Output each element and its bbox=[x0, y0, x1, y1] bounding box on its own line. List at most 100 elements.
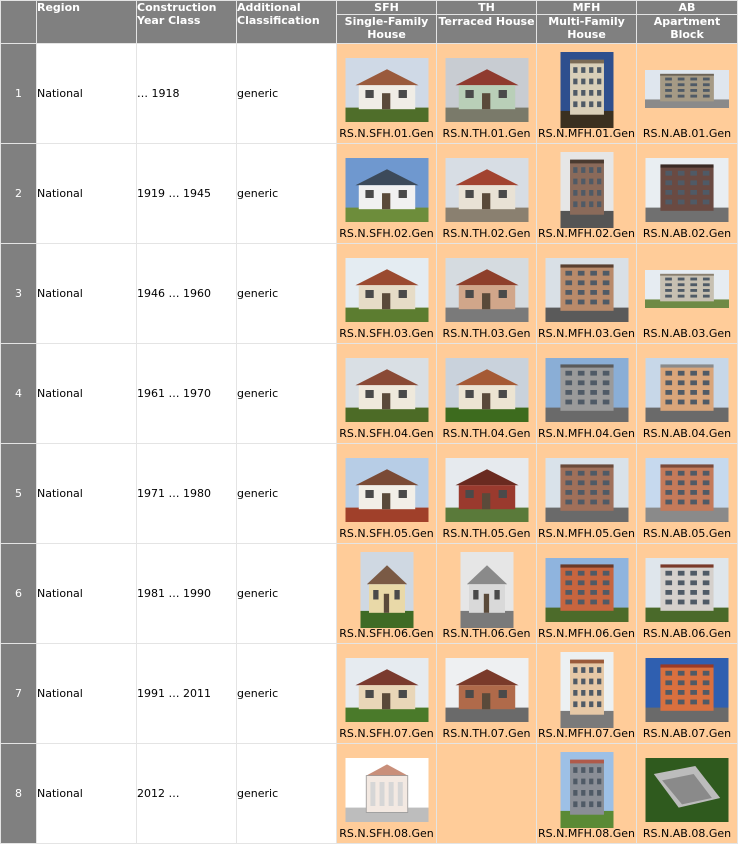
image-cell-content: RS.N.SFH.08.Gen bbox=[337, 744, 436, 843]
typology-image-cell-ab: RS.N.AB.02.Gen bbox=[636, 143, 738, 244]
house-photo-icon[interactable] bbox=[445, 658, 528, 722]
additional-classification-cell: generic bbox=[236, 743, 337, 844]
typology-image-cell-th bbox=[436, 743, 537, 844]
house-photo-icon[interactable] bbox=[445, 458, 528, 522]
typology-code-caption: RS.N.TH.01.Gen bbox=[442, 127, 531, 140]
region-cell: National bbox=[36, 443, 137, 544]
building-photo-icon[interactable] bbox=[545, 558, 628, 622]
house-photo-icon[interactable] bbox=[345, 58, 428, 122]
table-row: 3 National 1946 … 1960 generic RS.N.SFH.03.G… bbox=[0, 243, 738, 344]
region-cell: National bbox=[36, 343, 137, 444]
building-photo-icon[interactable] bbox=[645, 70, 729, 108]
building-photo-icon[interactable] bbox=[645, 658, 729, 722]
header-type-code-th: TH bbox=[436, 0, 537, 15]
region-cell: National bbox=[36, 43, 137, 144]
house-photo-icon[interactable] bbox=[345, 258, 428, 322]
construction-year-class-cell: … 1918 bbox=[136, 43, 237, 144]
house-photo-icon[interactable] bbox=[360, 552, 413, 628]
typology-image-cell-sfh: RS.N.SFH.08.Gen bbox=[336, 743, 437, 844]
building-typology-table: Region Construction Year Class Additiona… bbox=[0, 0, 738, 844]
image-cell-content: RS.N.TH.04.Gen bbox=[437, 344, 536, 443]
header-type-name-mfh: Multi-Family House bbox=[536, 14, 637, 44]
typology-image-cell-ab: RS.N.AB.04.Gen bbox=[636, 343, 738, 444]
typology-image-cell-mfh: RS.N.MFH.07.Gen bbox=[536, 643, 637, 744]
building-photo-icon[interactable] bbox=[545, 258, 628, 322]
typology-image-cell-mfh: RS.N.MFH.02.Gen bbox=[536, 143, 637, 244]
building-photo-icon[interactable] bbox=[545, 358, 628, 422]
typology-image-cell-th: RS.N.TH.06.Gen bbox=[436, 543, 537, 644]
construction-year-class-cell: 1919 … 1945 bbox=[136, 143, 237, 244]
image-cell-content: RS.N.TH.07.Gen bbox=[437, 644, 536, 743]
typology-image-cell-th: RS.N.TH.04.Gen bbox=[436, 343, 537, 444]
house-photo-icon[interactable] bbox=[460, 552, 513, 628]
image-cell-content: RS.N.TH.06.Gen bbox=[437, 544, 536, 643]
image-cell-content: RS.N.SFH.03.Gen bbox=[337, 244, 436, 343]
building-photo-icon[interactable] bbox=[645, 270, 729, 308]
image-cell-content: RS.N.SFH.06.Gen bbox=[337, 544, 436, 643]
image-cell-content: RS.N.MFH.08.Gen bbox=[537, 744, 636, 843]
header-row-number bbox=[0, 0, 37, 44]
table-row: 2 National 1919 … 1945 generic RS.N.SFH.02.G… bbox=[0, 143, 738, 244]
construction-year-class-cell: 1961 … 1970 bbox=[136, 343, 237, 444]
row-number: 3 bbox=[0, 243, 37, 344]
table-row: 4 National 1961 … 1970 generic RS.N.SFH.04.G… bbox=[0, 343, 738, 444]
image-cell-content: RS.N.AB.03.Gen bbox=[637, 244, 737, 343]
building-photo-icon[interactable] bbox=[645, 458, 729, 522]
typology-code-caption: RS.N.MFH.07.Gen bbox=[538, 727, 635, 740]
additional-classification-cell: generic bbox=[236, 43, 337, 144]
building-photo-icon[interactable] bbox=[560, 752, 613, 828]
typology-code-caption: RS.N.AB.04.Gen bbox=[642, 427, 732, 440]
image-cell-content: RS.N.AB.05.Gen bbox=[637, 444, 737, 543]
typology-code-caption: RS.N.SFH.03.Gen bbox=[339, 327, 434, 340]
building-photo-icon[interactable] bbox=[560, 152, 613, 228]
typology-code-caption: RS.N.MFH.06.Gen bbox=[538, 627, 635, 640]
house-photo-icon[interactable] bbox=[345, 658, 428, 722]
house-photo-icon[interactable] bbox=[345, 458, 428, 522]
region-cell: National bbox=[36, 743, 137, 844]
typology-code-caption: RS.N.SFH.02.Gen bbox=[339, 227, 434, 240]
typology-image-cell-ab: RS.N.AB.03.Gen bbox=[636, 243, 738, 344]
building-drawing-icon[interactable] bbox=[345, 758, 428, 822]
typology-code-caption: RS.N.MFH.04.Gen bbox=[538, 427, 635, 440]
typology-code-caption: RS.N.AB.06.Gen bbox=[642, 627, 732, 640]
table-header: Region Construction Year Class Additiona… bbox=[0, 0, 738, 44]
image-cell-content: RS.N.SFH.02.Gen bbox=[337, 144, 436, 243]
house-photo-icon[interactable] bbox=[445, 358, 528, 422]
typology-code-caption: RS.N.SFH.06.Gen bbox=[339, 627, 434, 640]
table-row: 1 National… 1918 generic RS.N.SFH.01.Gen RS.… bbox=[0, 43, 738, 144]
image-cell-content: RS.N.AB.08.Gen bbox=[637, 744, 737, 843]
building-photo-icon[interactable] bbox=[645, 558, 729, 622]
image-cell-content: RS.N.SFH.01.Gen bbox=[337, 44, 436, 143]
building-photo-icon[interactable] bbox=[545, 458, 628, 522]
building-photo-icon[interactable] bbox=[645, 358, 729, 422]
image-cell-content: RS.N.TH.03.Gen bbox=[437, 244, 536, 343]
table-row: 7 National 1991 … 2011 generic RS.N.SFH.07.G… bbox=[0, 643, 738, 744]
aerial-building-photo-icon[interactable] bbox=[645, 758, 729, 822]
additional-classification-cell: generic bbox=[236, 643, 337, 744]
typology-code-caption: RS.N.AB.05.Gen bbox=[642, 527, 732, 540]
typology-image-cell-mfh: RS.N.MFH.01.Gen bbox=[536, 43, 637, 144]
additional-classification-cell: generic bbox=[236, 543, 337, 644]
house-photo-icon[interactable] bbox=[345, 358, 428, 422]
construction-year-class-cell: 1971 … 1980 bbox=[136, 443, 237, 544]
typology-code-caption: RS.N.SFH.01.Gen bbox=[339, 127, 434, 140]
typology-image-cell-ab: RS.N.AB.05.Gen bbox=[636, 443, 738, 544]
table-row: 5 National 1971 … 1980 generic RS.N.SFH.05.G… bbox=[0, 443, 738, 544]
house-photo-icon[interactable] bbox=[445, 58, 528, 122]
house-photo-icon[interactable] bbox=[345, 158, 428, 222]
image-cell-content: RS.N.SFH.07.Gen bbox=[337, 644, 436, 743]
typology-image-cell-sfh: RS.N.SFH.01.Gen bbox=[336, 43, 437, 144]
typology-image-cell-sfh: RS.N.SFH.07.Gen bbox=[336, 643, 437, 744]
construction-year-class-cell: 1991 … 2011 bbox=[136, 643, 237, 744]
typology-image-cell-th: RS.N.TH.01.Gen bbox=[436, 43, 537, 144]
house-photo-icon[interactable] bbox=[445, 158, 528, 222]
house-photo-icon[interactable] bbox=[445, 258, 528, 322]
building-photo-icon[interactable] bbox=[560, 652, 613, 728]
typology-code-caption: RS.N.TH.06.Gen bbox=[442, 627, 531, 640]
typology-image-cell-sfh: RS.N.SFH.04.Gen bbox=[336, 343, 437, 444]
building-photo-icon[interactable] bbox=[560, 52, 613, 128]
region-cell: National bbox=[36, 243, 137, 344]
typology-code-caption: RS.N.MFH.03.Gen bbox=[538, 327, 635, 340]
building-photo-icon[interactable] bbox=[645, 158, 729, 222]
image-cell-content: RS.N.MFH.04.Gen bbox=[537, 344, 636, 443]
